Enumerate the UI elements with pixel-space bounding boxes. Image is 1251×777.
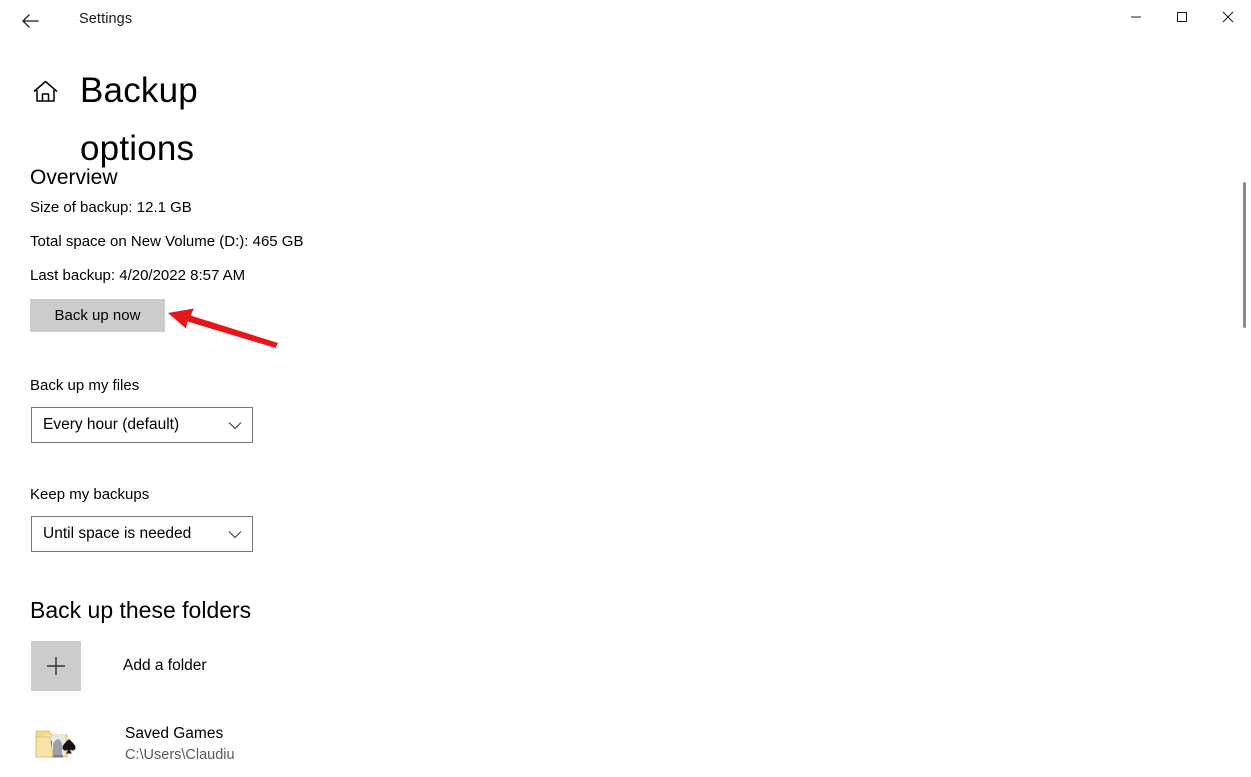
scrollbar-thumb[interactable]: [1243, 182, 1246, 328]
keep-backups-value: Until space is needed: [43, 525, 192, 542]
home-icon: [33, 80, 57, 102]
keep-backups-dropdown[interactable]: Until space is needed: [31, 516, 253, 552]
overview-heading: Overview: [30, 166, 118, 189]
close-icon: [1222, 11, 1234, 23]
folder-name: Saved Games: [125, 724, 224, 742]
back-button[interactable]: [10, 4, 50, 38]
folder-info: Saved Games C:\Users\Claudiu: [125, 723, 235, 766]
scrollbar[interactable]: [1235, 42, 1251, 777]
size-of-backup-text: Size of backup: 12.1 GB: [30, 199, 192, 216]
chevron-down-icon: [218, 530, 252, 539]
window-title: Settings: [79, 11, 133, 27]
add-a-folder-button[interactable]: Add a folder: [31, 641, 207, 691]
maximize-button[interactable]: [1159, 0, 1205, 34]
backup-frequency-dropdown[interactable]: Every hour (default): [31, 407, 253, 443]
backup-files-label: Back up my files: [30, 377, 140, 394]
folder-path: C:\Users\Claudiu: [125, 746, 235, 763]
backup-frequency-value: Every hour (default): [43, 416, 180, 433]
last-backup-text: Last backup: 4/20/2022 8:57 AM: [30, 267, 246, 284]
home-button[interactable]: [30, 76, 60, 106]
minimize-button[interactable]: [1113, 0, 1159, 34]
folder-saved-games-icon: [31, 720, 79, 768]
keep-backups-label: Keep my backups: [30, 486, 150, 503]
add-a-folder-label: Add a folder: [123, 657, 207, 674]
maximize-icon: [1177, 12, 1187, 22]
minimize-icon: [1131, 16, 1141, 18]
plus-icon: [31, 641, 81, 691]
title-bar: Settings: [0, 0, 1251, 42]
back-arrow-icon: [22, 14, 39, 28]
back-up-now-button[interactable]: Back up now: [30, 299, 165, 332]
close-button[interactable]: [1205, 0, 1251, 34]
total-space-text: Total space on New Volume (D:): 465 GB: [30, 233, 304, 250]
annotation-arrow: [168, 308, 278, 348]
page-title: Backup options: [80, 71, 198, 168]
folders-heading: Back up these folders: [30, 597, 252, 623]
chevron-down-icon: [218, 421, 252, 430]
window-controls: [1113, 0, 1251, 34]
list-item[interactable]: Saved Games C:\Users\Claudiu: [31, 718, 235, 770]
